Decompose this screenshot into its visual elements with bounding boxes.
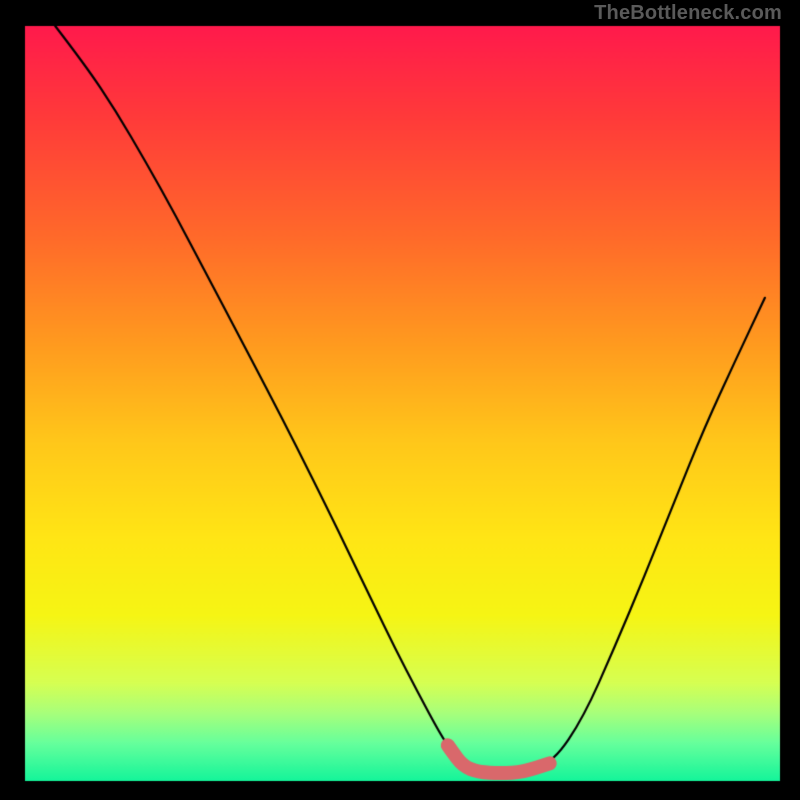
watermark-text: TheBottleneck.com [594, 2, 782, 25]
bottleneck-curve-plot [0, 0, 800, 800]
